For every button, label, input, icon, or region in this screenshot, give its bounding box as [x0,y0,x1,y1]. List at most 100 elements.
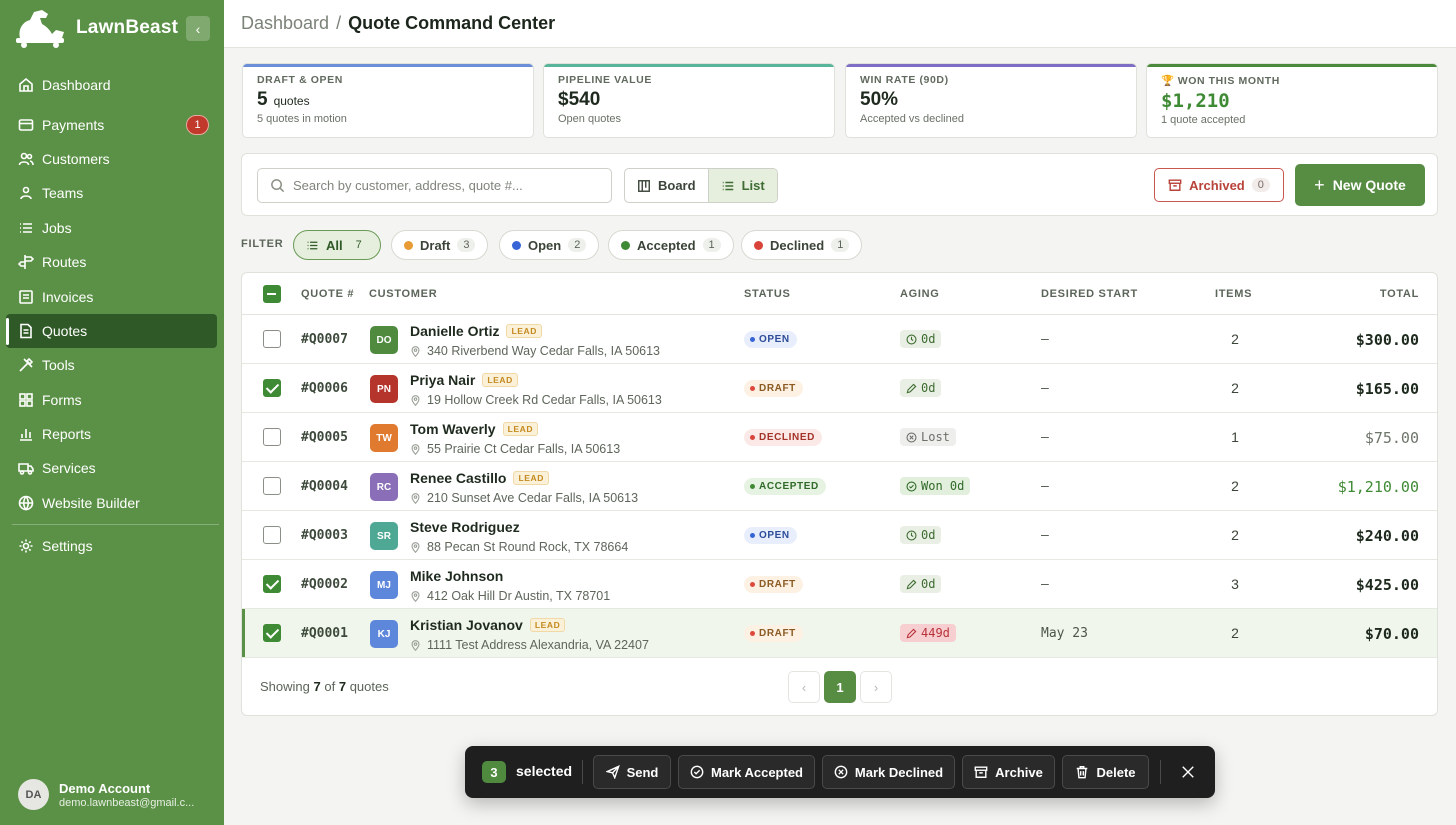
table-row[interactable]: #Q0002 MJ Mike Johnson 412 Oak Hill Dr Aust… [242,560,1437,609]
table-row[interactable]: #Q0007 DO Danielle Ortiz LEAD 340 Riverbend … [242,315,1437,364]
customer-name-cell[interactable]: Danielle Ortiz LEAD [410,323,543,339]
status-text: DRAFT [759,628,796,639]
sidebar-item-tools[interactable]: Tools [6,348,217,382]
sidebar-item-invoices[interactable]: Invoices [6,279,217,313]
customer-address: 19 Hollow Creek Rd Cedar Falls, IA 50613 [410,393,662,407]
collapse-sidebar-button[interactable]: ‹ [186,16,210,41]
sidebar-item-website-builder[interactable]: Website Builder [6,486,217,520]
customer-name-cell[interactable]: Kristian Jovanov LEAD [410,617,566,633]
quote-number[interactable]: #Q0001 [301,626,348,641]
stat-card-win-rate: WIN RATE (90D) 50% Accepted vs declined [845,63,1137,138]
sidebar-item-customers[interactable]: Customers [6,142,217,176]
item-count: 1 [1231,429,1239,445]
customer-address: 340 Riverbend Way Cedar Falls, IA 50613 [410,344,660,358]
sidebar-item-reports[interactable]: Reports [6,417,217,451]
column-header-total[interactable]: TOTAL [1380,288,1419,300]
sidebar-item-forms[interactable]: Forms [6,383,217,417]
plus-icon: + [1314,174,1325,195]
filter-chip-all[interactable]: All 7 [293,230,381,260]
customer-name-cell[interactable]: Tom Waverly LEAD [410,421,539,437]
new-quote-button[interactable]: + New Quote [1295,164,1425,206]
invoice-icon [19,289,33,304]
chip-label: Draft [420,237,451,253]
sidebar-item-payments[interactable]: Payments 1 [6,107,217,141]
quote-number[interactable]: #Q0004 [301,479,348,494]
sidebar-item-label: Payments [42,116,105,133]
aging-text: Lost [921,430,950,444]
map-pin-icon [411,443,420,455]
filter-chip-accepted[interactable]: Accepted 1 [608,230,734,260]
search-box[interactable] [257,168,612,203]
map-pin-icon [411,345,420,357]
stat-unit: quotes [273,94,310,108]
column-header-customer[interactable]: CUSTOMER [369,288,437,300]
archived-button[interactable]: Archived 0 [1154,168,1284,202]
quote-number[interactable]: #Q0005 [301,430,348,445]
search-input[interactable] [293,178,593,193]
sidebar-item-dashboard[interactable]: Dashboard [6,68,217,102]
page-button-current[interactable]: 1 [824,671,856,703]
row-checkbox[interactable] [263,624,281,642]
previous-page-button[interactable]: ‹ [788,671,820,703]
brand-logo[interactable]: LawnBeast [12,8,178,48]
account-menu[interactable]: DA Demo Account demo.lawnbeast@gmail.c..… [18,779,194,810]
stat-value: 50% [860,89,899,110]
row-checkbox[interactable] [263,330,281,348]
status-badge: DRAFT [744,625,803,642]
column-header-quote[interactable]: QUOTE # [301,288,354,300]
status-dot [750,631,755,636]
quote-number[interactable]: #Q0007 [301,332,348,347]
board-view-button[interactable]: Board [625,169,708,202]
quote-number[interactable]: #Q0006 [301,381,348,396]
filter-chip-open[interactable]: Open 2 [499,230,600,260]
table-row[interactable]: #Q0001 KJ Kristian Jovanov LEAD 1111 Test Ad… [242,609,1437,658]
filter-chip-declined[interactable]: Declined 1 [741,230,863,260]
sidebar-item-settings[interactable]: Settings [6,529,217,563]
sidebar-item-quotes[interactable]: Quotes [6,313,217,349]
sidebar-item-teams[interactable]: Teams [6,176,217,210]
delete-label: Delete [1096,764,1136,780]
row-checkbox[interactable] [263,477,281,495]
customer-name-cell[interactable]: Priya Nair LEAD [410,372,518,388]
selected-count: 3 [482,761,506,783]
send-button[interactable]: Send [593,755,671,789]
breadcrumb-dashboard-link[interactable]: Dashboard [241,13,329,34]
row-checkbox[interactable] [263,526,281,544]
table-row[interactable]: #Q0006 PN Priya Nair LEAD 19 Hollow Creek Rd… [242,364,1437,413]
customer-name-cell[interactable]: Mike Johnson [410,568,503,584]
truck-icon [18,463,34,476]
table-row[interactable]: #Q0003 SR Steve Rodriguez 88 Pecan St Round… [242,511,1437,560]
status-dot [621,240,630,250]
row-checkbox[interactable] [263,575,281,593]
customer-address: 210 Sunset Ave Cedar Falls, IA 50613 [410,491,638,505]
chip-count: 1 [702,238,721,252]
sidebar-item-services[interactable]: Services [6,451,217,485]
item-count: 2 [1231,625,1239,641]
close-bulk-bar-button[interactable] [1178,762,1198,782]
delete-button[interactable]: Delete [1062,755,1149,789]
mark-accepted-button[interactable]: Mark Accepted [678,755,815,789]
quote-number[interactable]: #Q0002 [301,577,348,592]
sidebar-item-jobs[interactable]: Jobs [6,211,217,245]
mark-declined-button[interactable]: Mark Declined [822,755,955,789]
aging-badge: 0d [900,330,942,348]
table-row[interactable]: #Q0005 TW Tom Waverly LEAD 55 Prairie Ct Ced… [242,413,1437,462]
column-header-items[interactable]: ITEMS [1215,288,1252,300]
row-checkbox[interactable] [263,379,281,397]
archive-button[interactable]: Archive [962,755,1055,789]
select-all-checkbox[interactable] [263,285,281,303]
column-header-status[interactable]: STATUS [744,288,791,300]
list-view-button[interactable]: List [707,169,777,202]
column-header-desired-start[interactable]: DESIRED START [1041,288,1138,300]
table-row[interactable]: #Q0004 RC Renee Castillo LEAD 210 Sunset Ave… [242,462,1437,511]
stat-label: PIPELINE VALUE [558,74,652,86]
quote-number[interactable]: #Q0003 [301,528,348,543]
customer-name-cell[interactable]: Steve Rodriguez [410,519,520,535]
filter-chip-draft[interactable]: Draft 3 [391,230,489,260]
row-checkbox[interactable] [263,428,281,446]
sidebar-item-routes[interactable]: Routes [6,245,217,279]
aging-text: 0d [921,577,936,591]
next-page-button[interactable]: › [860,671,892,703]
column-header-aging[interactable]: AGING [900,288,940,300]
customer-name-cell[interactable]: Renee Castillo LEAD [410,470,550,486]
